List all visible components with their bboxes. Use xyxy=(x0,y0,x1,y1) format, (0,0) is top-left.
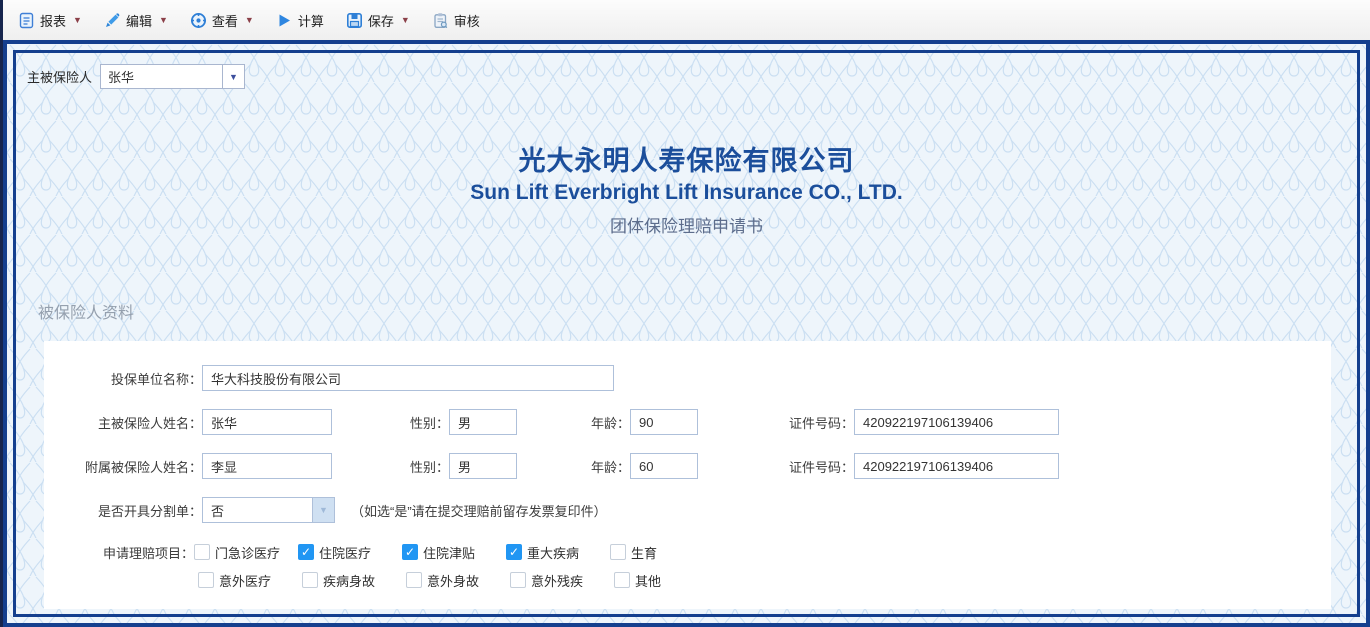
chevron-down-icon: ▼ xyxy=(73,15,82,25)
main-insured-id-input[interactable] xyxy=(854,409,1059,435)
claim-option-label: 重大疾病 xyxy=(527,543,579,562)
claim-option-label: 生育 xyxy=(631,543,657,562)
claim-option-label: 意外医疗 xyxy=(219,571,271,590)
claim-option: 其他 xyxy=(614,571,718,590)
checkbox[interactable] xyxy=(198,572,214,588)
claim-option: 住院津贴 xyxy=(402,543,506,562)
checkbox[interactable] xyxy=(194,544,210,560)
form-title: 团体保险理赔申请书 xyxy=(16,212,1357,237)
checkbox[interactable] xyxy=(614,572,630,588)
checkbox[interactable] xyxy=(302,572,318,588)
report-button[interactable]: 报表 ▼ xyxy=(11,6,89,35)
claim-option: 门急诊医疗 xyxy=(194,543,298,562)
chevron-down-icon: ▼ xyxy=(401,15,410,25)
chevron-down-icon[interactable]: ▼ xyxy=(312,497,335,523)
sub-insured-id-input[interactable] xyxy=(854,453,1059,479)
checkbox[interactable] xyxy=(510,572,526,588)
sub-insured-gender-label: 性别： xyxy=(332,457,449,476)
claim-option: 住院医疗 xyxy=(298,543,402,562)
calculate-button-label: 计算 xyxy=(298,11,324,30)
inner-frame: 主被保险人 张华 ▼ 光大永明人寿保险有限公司 Sun Lift Everbri… xyxy=(13,50,1360,617)
sub-insured-name-label: 附属被保险人姓名： xyxy=(44,457,202,476)
sub-insured-age-label: 年龄： xyxy=(517,457,630,476)
claim-option-label: 意外身故 xyxy=(427,571,479,590)
split-bill-select[interactable]: 否 ▼ xyxy=(202,497,335,523)
calculate-icon xyxy=(276,12,293,29)
sub-insured-gender-input[interactable] xyxy=(449,453,517,479)
main-insured-name-input[interactable] xyxy=(202,409,332,435)
checkbox[interactable] xyxy=(406,572,422,588)
edit-button[interactable]: 编辑 ▼ xyxy=(97,6,175,35)
claim-option-label: 其他 xyxy=(635,571,661,590)
claim-option: 生育 xyxy=(610,543,714,562)
save-button[interactable]: 保存 ▼ xyxy=(339,6,417,35)
split-bill-select-value[interactable]: 否 xyxy=(202,497,312,523)
main-insured-filter: 主被保险人 张华 ▼ xyxy=(27,64,1357,89)
claim-option-label: 意外残疾 xyxy=(531,571,583,590)
report-icon xyxy=(18,12,35,29)
main-insured-name-label: 主被保险人姓名： xyxy=(44,413,202,432)
main-insured-row: 主被保险人姓名： 性别： 年龄： 证件号码： xyxy=(44,409,1331,435)
view-icon xyxy=(190,12,207,29)
checkbox[interactable] xyxy=(298,544,314,560)
save-button-label: 保存 xyxy=(368,11,394,30)
main-insured-filter-label: 主被保险人 xyxy=(27,67,92,86)
checkbox[interactable] xyxy=(402,544,418,560)
checkbox[interactable] xyxy=(610,544,626,560)
split-bill-label: 是否开具分割单： xyxy=(44,501,202,520)
audit-icon xyxy=(432,12,449,29)
claim-option-label: 门急诊医疗 xyxy=(215,543,280,562)
main-insured-age-label: 年龄： xyxy=(517,413,630,432)
claim-option: 疾病身故 xyxy=(302,571,406,590)
main-insured-select[interactable]: 张华 ▼ xyxy=(100,64,245,89)
main-insured-select-value[interactable]: 张华 xyxy=(100,64,222,89)
chevron-down-icon: ▼ xyxy=(245,15,254,25)
main-insured-gender-input[interactable] xyxy=(449,409,517,435)
audit-button[interactable]: 审核 xyxy=(425,6,487,35)
claim-option: 意外残疾 xyxy=(510,571,614,590)
document-frame: 主被保险人 张华 ▼ 光大永明人寿保险有限公司 Sun Lift Everbri… xyxy=(3,40,1370,627)
chevron-down-icon: ▼ xyxy=(159,15,168,25)
sub-insured-name-input[interactable] xyxy=(202,453,332,479)
sub-insured-row: 附属被保险人姓名： 性别： 年龄： 证件号码： xyxy=(44,453,1331,479)
report-button-label: 报表 xyxy=(40,11,66,30)
applicant-unit-input[interactable] xyxy=(202,365,614,391)
edit-button-label: 编辑 xyxy=(126,11,152,30)
applicant-unit-row: 投保单位名称： xyxy=(44,365,1331,391)
sub-insured-age-input[interactable] xyxy=(630,453,698,479)
view-button[interactable]: 查看 ▼ xyxy=(183,6,261,35)
main-insured-age-input[interactable] xyxy=(630,409,698,435)
save-icon xyxy=(346,12,363,29)
claim-option-label: 住院津贴 xyxy=(423,543,475,562)
sub-insured-id-label: 证件号码： xyxy=(698,457,854,476)
section-title-insured-info: 被保险人资料 xyxy=(38,299,1357,323)
edit-icon xyxy=(104,12,121,29)
claim-items-row-2: 意外医疗 疾病身故 意外身故 意外残疾 其他 xyxy=(44,569,1331,591)
claim-option: 意外医疗 xyxy=(198,571,302,590)
document-header: 光大永明人寿保险有限公司 Sun Lift Everbright Lift In… xyxy=(16,139,1357,237)
split-bill-row: 是否开具分割单： 否 ▼ （如选“是”请在提交理赔前留存发票复印件） xyxy=(44,497,1331,523)
chevron-down-icon[interactable]: ▼ xyxy=(222,64,245,89)
insured-info-panel: 投保单位名称： 主被保险人姓名： 性别： 年龄： 证件号码： 附属被保险人姓名： xyxy=(44,341,1331,609)
claim-items-label: 申请理赔项目： xyxy=(44,543,194,562)
company-name-en: Sun Lift Everbright Lift Insurance CO., … xyxy=(16,181,1357,205)
checkbox[interactable] xyxy=(506,544,522,560)
claim-option: 意外身故 xyxy=(406,571,510,590)
applicant-unit-label: 投保单位名称： xyxy=(44,369,202,388)
company-name-cn: 光大永明人寿保险有限公司 xyxy=(16,139,1357,178)
claim-items-row-1: 申请理赔项目： 门急诊医疗 住院医疗 住院津贴 重大疾病 生育 xyxy=(44,541,1331,563)
main-insured-gender-label: 性别： xyxy=(332,413,449,432)
split-bill-note: （如选“是”请在提交理赔前留存发票复印件） xyxy=(351,501,607,520)
view-button-label: 查看 xyxy=(212,11,238,30)
main-insured-id-label: 证件号码： xyxy=(698,413,854,432)
calculate-button[interactable]: 计算 xyxy=(269,6,331,35)
toolbar: 报表 ▼ 编辑 ▼ 查看 ▼ 计算 保存 ▼ 审核 xyxy=(3,0,1370,40)
claim-option: 重大疾病 xyxy=(506,543,610,562)
audit-button-label: 审核 xyxy=(454,11,480,30)
claim-option-label: 住院医疗 xyxy=(319,543,371,562)
claim-option-label: 疾病身故 xyxy=(323,571,375,590)
